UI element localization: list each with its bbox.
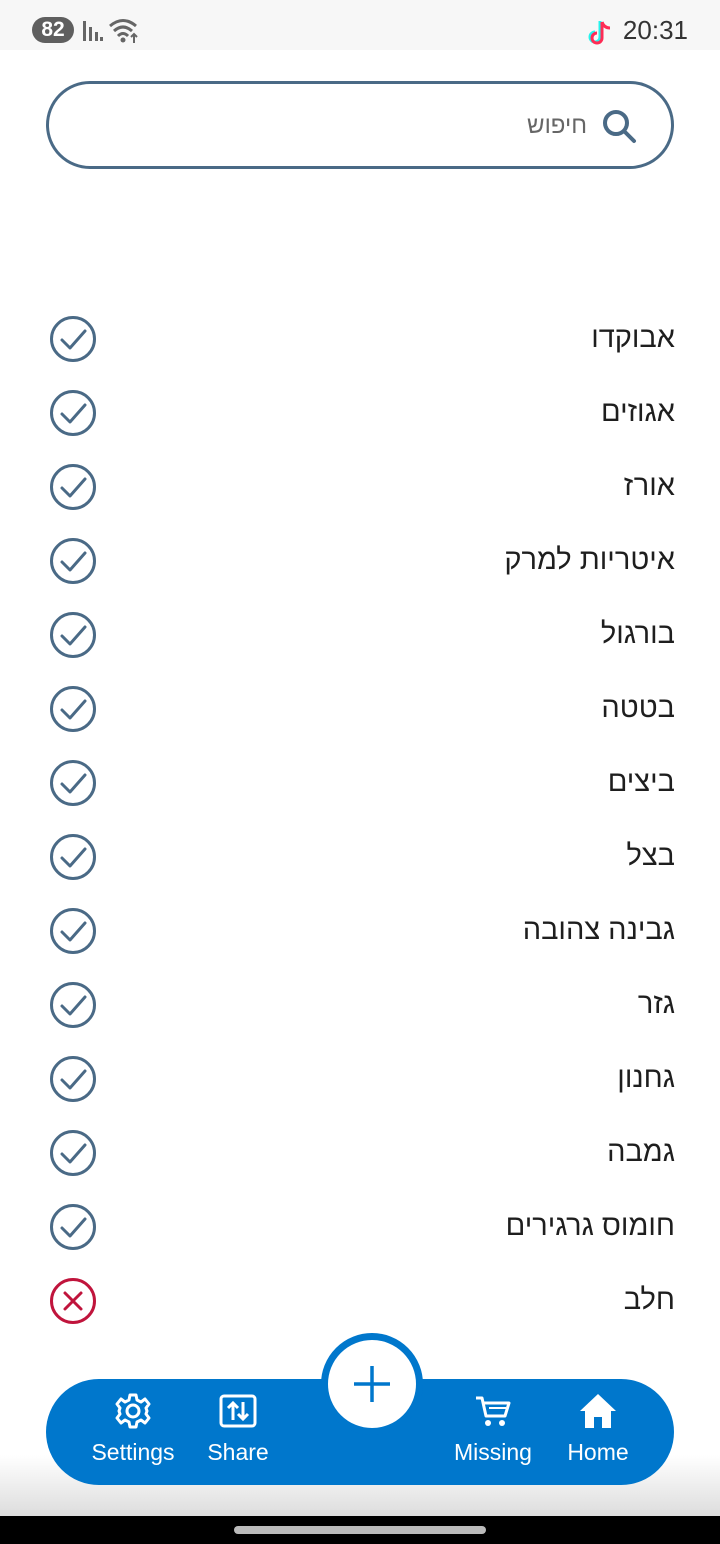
check-circle-icon[interactable] [49, 611, 97, 659]
item-label: גמבה [607, 1136, 675, 1168]
add-item-button[interactable] [321, 1333, 423, 1435]
battery-level: 82 [32, 17, 74, 43]
check-circle-icon[interactable] [49, 537, 97, 585]
item-label: אורז [623, 470, 675, 502]
list-item[interactable]: בורגול [0, 598, 720, 672]
search-icon[interactable] [601, 108, 637, 144]
share-icon [219, 1394, 257, 1428]
item-label: אבוקדו [591, 322, 675, 354]
item-label: אגוזים [600, 396, 675, 428]
check-circle-icon[interactable] [49, 685, 97, 733]
tiktok-icon [588, 21, 611, 45]
item-label: בורגול [600, 618, 675, 650]
nav-home-label: Home [567, 1439, 629, 1465]
nav-share-label: Share [207, 1439, 269, 1465]
wifi-icon [109, 19, 138, 43]
status-bar: 82 20:31 [0, 0, 720, 50]
item-label: חומוס גרגירים [505, 1210, 675, 1242]
check-circle-icon[interactable] [49, 759, 97, 807]
signal-icon [83, 21, 103, 41]
home-icon [580, 1394, 616, 1428]
nav-share[interactable]: Share [183, 1391, 293, 1477]
item-label: גבינה צהובה [522, 914, 675, 946]
nav-settings[interactable]: Settings [78, 1391, 188, 1477]
check-circle-icon[interactable] [49, 1129, 97, 1177]
list-item[interactable]: גמבה [0, 1116, 720, 1190]
item-label: גחנון [617, 1062, 675, 1094]
list-item[interactable]: ביצים [0, 746, 720, 820]
item-label: ביצים [607, 766, 675, 798]
list-item[interactable]: אגוזים [0, 376, 720, 450]
list-item[interactable]: חלב [0, 1264, 720, 1338]
check-circle-icon[interactable] [49, 463, 97, 511]
item-label: גזר [637, 988, 675, 1020]
system-nav-bar [0, 1516, 720, 1544]
check-circle-icon[interactable] [49, 981, 97, 1029]
check-circle-icon[interactable] [49, 907, 97, 955]
item-label: חלב [623, 1284, 675, 1316]
plus-icon [354, 1366, 390, 1402]
check-circle-icon[interactable] [49, 833, 97, 881]
check-circle-icon[interactable] [49, 315, 97, 363]
nav-missing-label: Missing [454, 1439, 532, 1465]
clock: 20:31 [622, 15, 688, 45]
list-item[interactable]: אורז [0, 450, 720, 524]
list-item[interactable]: גבינה צהובה [0, 894, 720, 968]
app-screen: 82 20:31 אבוקדואגוזיםאורזאיטריות ל [0, 0, 720, 1544]
cart-icon [476, 1396, 511, 1426]
search-input[interactable] [167, 106, 587, 146]
nav-home[interactable]: Home [543, 1391, 653, 1477]
list-item[interactable]: בטטה [0, 672, 720, 746]
check-circle-icon[interactable] [49, 389, 97, 437]
home-gesture-handle[interactable] [234, 1526, 486, 1534]
item-label: בטטה [601, 692, 675, 724]
check-circle-icon[interactable] [49, 1203, 97, 1251]
item-label: בצל [626, 840, 675, 872]
list-item[interactable]: חומוס גרגירים [0, 1190, 720, 1264]
nav-settings-label: Settings [91, 1439, 175, 1465]
x-circle-icon[interactable] [49, 1277, 97, 1325]
gear-icon [115, 1393, 151, 1429]
check-circle-icon[interactable] [49, 1055, 97, 1103]
item-label: איטריות למרק [504, 544, 675, 576]
list-item[interactable]: אבוקדו [0, 302, 720, 376]
list-item[interactable]: גחנון [0, 1042, 720, 1116]
list-item[interactable]: איטריות למרק [0, 524, 720, 598]
list-item[interactable]: בצל [0, 820, 720, 894]
nav-missing[interactable]: Missing [438, 1391, 548, 1477]
search-box[interactable] [46, 81, 674, 169]
item-list: אבוקדו אגוזים אורז איטריות למרק בורגול בטטה בי… [0, 302, 720, 1338]
list-item[interactable]: גזר [0, 968, 720, 1042]
